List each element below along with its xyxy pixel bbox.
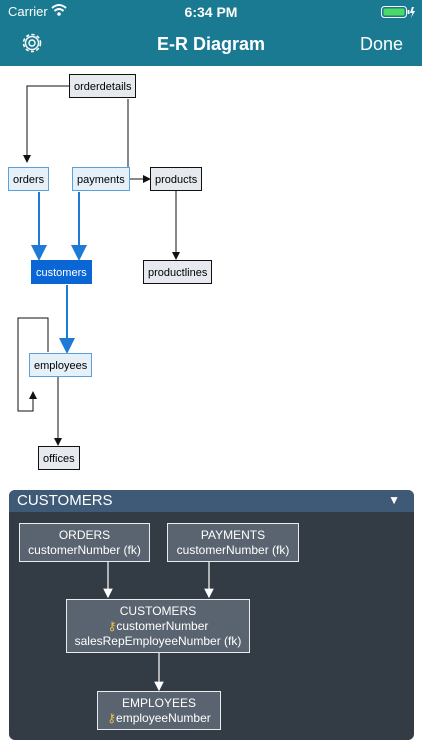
entity-field: customerNumber (fk) — [176, 543, 290, 557]
entity-field: salesRepEmployeeNumber (fk) — [74, 634, 242, 648]
entity-field: customerNumber (fk) — [28, 543, 141, 557]
done-button[interactable]: Done — [360, 34, 403, 55]
node-offices[interactable]: offices — [38, 446, 80, 470]
entity-name: CUSTOMERS — [119, 604, 197, 618]
entity-name: ORDERS — [58, 528, 111, 542]
status-time: 6:34 PM — [184, 4, 238, 20]
node-productlines[interactable]: productlines — [143, 260, 213, 284]
node-employees[interactable]: employees — [29, 353, 93, 377]
entity-key-field: employeeNumber — [116, 711, 211, 725]
entity-box-payments[interactable]: PAYMENTS customerNumber (fk) — [167, 523, 299, 562]
key-icon: ⚷ — [107, 711, 117, 725]
page-title: E-R Diagram — [156, 34, 266, 54]
navigation-bar: Carrier 6:34 PM E-R Diagram Done — [0, 0, 422, 66]
entity-name: PAYMENTS — [200, 528, 266, 542]
entity-box-orders[interactable]: ORDERS customerNumber (fk) — [19, 523, 150, 562]
entity-key-field: customerNumber — [116, 619, 209, 633]
entity-detail-panel: CUSTOMERS ▼ ORDERS customerNumber (fk) P… — [9, 490, 414, 740]
node-payments[interactable]: payments — [72, 167, 130, 191]
er-diagram: orderdetails orders payments products cu… — [0, 66, 422, 484]
node-customers[interactable]: customers — [31, 260, 92, 284]
node-orders[interactable]: orders — [8, 167, 50, 191]
entity-box-employees[interactable]: EMPLOYEES ⚷employeeNumber — [97, 691, 221, 730]
entity-name: EMPLOYEES — [121, 696, 197, 710]
node-orderdetails[interactable]: orderdetails — [69, 74, 137, 98]
node-products[interactable]: products — [150, 167, 203, 191]
battery-icon — [381, 6, 415, 18]
entity-box-customers[interactable]: CUSTOMERS ⚷customerNumber salesRepEmploy… — [66, 599, 250, 653]
